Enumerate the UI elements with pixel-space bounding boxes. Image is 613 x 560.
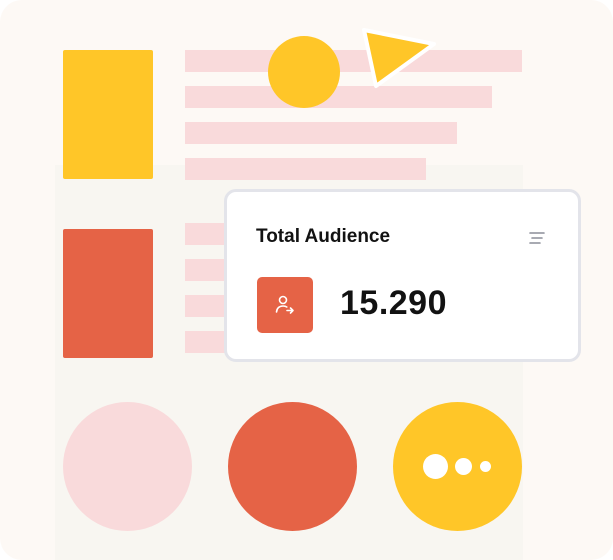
yellow-rectangle [63,50,153,179]
audience-count: 15.290 [340,284,447,322]
dot-medium [455,458,472,475]
menu-lines-icon[interactable] [527,228,547,248]
total-audience-card[interactable]: Total Audience 15.290 [224,189,581,362]
text-line-2 [185,86,492,108]
cursor-arrow-icon [362,28,436,88]
dot-small [480,461,491,472]
pink-circle [63,402,192,531]
orange-rectangle [63,229,153,358]
text-line-1 [185,50,522,72]
yellow-dots-circle [393,402,522,531]
text-line-4 [185,158,426,180]
card-title: Total Audience [256,226,391,247]
audience-badge [257,277,313,333]
dot-large [423,454,448,479]
orange-circle [228,402,357,531]
user-share-icon [275,295,294,314]
illustration-canvas: Total Audience 15.290 [0,0,613,560]
yellow-circle [268,36,340,108]
text-line-3 [185,122,457,144]
